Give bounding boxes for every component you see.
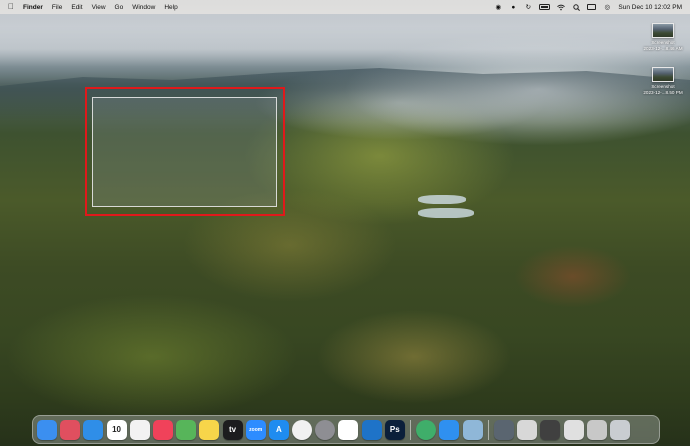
creative-cloud-icon[interactable]: ●	[509, 3, 517, 11]
screenshot-thumbnail	[652, 67, 674, 82]
menu-view[interactable]: View	[92, 4, 106, 11]
dock-icon-label: A	[275, 425, 282, 434]
menu-go[interactable]: Go	[115, 4, 124, 11]
recent-window-icon[interactable]	[586, 419, 607, 440]
apple-logo-icon[interactable]: 	[8, 3, 14, 11]
screen-recording-icon[interactable]: ◉	[494, 3, 502, 11]
menu-file[interactable]: File	[52, 4, 62, 11]
launchpad-icon[interactable]	[60, 419, 81, 440]
search-icon[interactable]	[572, 3, 580, 11]
recent-window-icon[interactable]	[493, 419, 514, 440]
calendar-icon[interactable]: 10	[106, 419, 127, 440]
recent-window-icon[interactable]	[540, 419, 561, 440]
vscode-icon[interactable]	[361, 419, 382, 440]
maps-icon[interactable]	[176, 419, 197, 440]
dock-icon-label: zoom	[249, 426, 263, 433]
whatsapp-like-icon[interactable]	[416, 419, 437, 440]
file-date: 2023-12-...8.46 AM	[643, 45, 683, 51]
desktop-file-label: Screenshot 2023-12-...8.50 PM	[643, 84, 682, 95]
wallpaper-lake	[418, 195, 466, 204]
sync-icon[interactable]: ↻	[524, 3, 532, 11]
zoom-icon[interactable]: zoom	[245, 419, 266, 440]
notes-icon[interactable]	[199, 419, 220, 440]
slack-icon[interactable]	[338, 419, 359, 440]
music-icon[interactable]	[152, 419, 173, 440]
dock-separator	[487, 419, 489, 440]
recent-window-icon[interactable]	[517, 419, 538, 440]
wallpaper-lake	[418, 208, 474, 218]
apple-tv-icon[interactable]: tv	[222, 419, 243, 440]
safari-icon[interactable]	[83, 419, 104, 440]
battery-icon[interactable]	[539, 4, 551, 10]
menu-app-name[interactable]: Finder	[23, 4, 43, 11]
finder-icon[interactable]	[37, 419, 57, 440]
dock: 10 tv zoom A Ps	[32, 415, 660, 444]
menu-bar:  Finder File Edit View Go Window Help ◉…	[0, 0, 690, 14]
dock-separator	[410, 419, 411, 440]
reminders-icon[interactable]	[129, 419, 150, 440]
menubar-clock[interactable]: Sun Dec 10 12:02 PM	[618, 4, 682, 11]
desktop-file-label: Screenshot 2023-12-...8.46 AM	[643, 40, 682, 51]
menu-help[interactable]: Help	[164, 4, 177, 11]
trash-icon[interactable]	[609, 419, 630, 440]
desktop-file-screenshot-2[interactable]: Screenshot 2023-12-...8.50 PM	[636, 67, 690, 95]
recent-window-icon[interactable]	[563, 419, 584, 440]
chrome-icon[interactable]	[292, 419, 313, 440]
system-settings-icon[interactable]	[315, 419, 336, 440]
dock-icon-label: tv	[228, 425, 237, 434]
menu-edit[interactable]: Edit	[71, 4, 82, 11]
menu-window[interactable]: Window	[132, 4, 155, 11]
preview-icon[interactable]	[462, 419, 483, 440]
file-date: 2023-12-...8.50 PM	[643, 89, 683, 95]
desktop-file-screenshot-1[interactable]: Screenshot 2023-12-...8.46 AM	[636, 23, 690, 51]
wifi-icon[interactable]	[557, 3, 566, 11]
app-store-icon[interactable]: A	[268, 419, 289, 440]
photoshop-icon[interactable]: Ps	[384, 419, 405, 440]
dock-icon-label: Ps	[389, 425, 400, 434]
siri-icon[interactable]: ◎	[603, 3, 611, 11]
dock-icon-label: 10	[112, 425, 122, 434]
control-center-icon[interactable]	[587, 4, 597, 10]
drag-selection-rectangle[interactable]	[92, 97, 277, 207]
mail-icon[interactable]	[439, 419, 460, 440]
screenshot-thumbnail	[652, 23, 674, 38]
